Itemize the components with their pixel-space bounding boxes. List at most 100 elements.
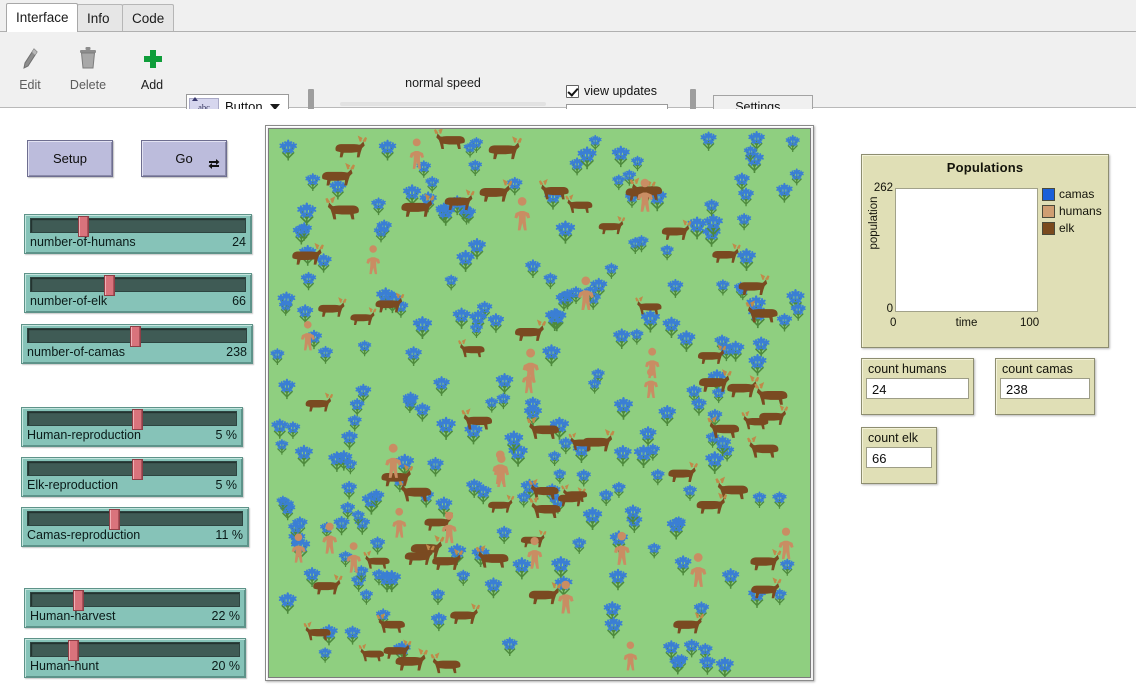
camas-agent: [704, 199, 719, 217]
slider-thumb[interactable]: [78, 216, 89, 237]
elk-agent: [697, 495, 727, 514]
slider-thumb[interactable]: [132, 409, 143, 430]
legend-item-humans[interactable]: humans: [1042, 204, 1108, 218]
human-agent: [578, 277, 594, 310]
camas-agent: [270, 348, 285, 365]
camas-agent: [431, 612, 447, 631]
edit-pencil-icon: [2, 46, 58, 76]
slider-track[interactable]: [30, 277, 246, 292]
camas-agent: [612, 482, 626, 498]
legend-item-elk[interactable]: elk: [1042, 221, 1108, 235]
tab-code[interactable]: Code: [122, 4, 174, 31]
human-agent: [779, 528, 794, 560]
slider-number-of-camas[interactable]: number-of-camas238: [21, 324, 253, 364]
camas-agent: [700, 131, 717, 150]
slider-number-of-humans[interactable]: number-of-humans24: [24, 214, 252, 254]
speed-label: normal speed: [332, 76, 554, 90]
camas-agent: [412, 316, 432, 339]
human-agent: [385, 444, 401, 478]
camas-agent: [278, 379, 296, 399]
slider-track[interactable]: [27, 328, 247, 343]
slider-number-of-elk[interactable]: number-of-elk66: [24, 273, 252, 313]
slider-label: number-of-humans: [30, 235, 136, 249]
slider-human-harvest[interactable]: Human-harvest22 %: [24, 588, 246, 628]
monitor-count-humans[interactable]: count humans 24: [861, 358, 974, 415]
camas-agent: [456, 570, 470, 586]
elk-agent: [662, 221, 691, 239]
camas-agent: [405, 346, 422, 366]
slider-thumb[interactable]: [104, 275, 115, 296]
elk-agent: [377, 615, 404, 633]
camas-agent: [278, 592, 297, 613]
plot-x-axis-label: time: [895, 317, 1038, 329]
camas-agent: [347, 414, 362, 431]
elk-agent: [566, 196, 592, 213]
slider-elk-reproduction[interactable]: Elk-reproduction5 %: [21, 457, 243, 497]
camas-agent: [609, 569, 628, 590]
go-button[interactable]: Go: [141, 140, 227, 177]
camas-agent: [737, 213, 752, 230]
elk-agent: [480, 181, 512, 201]
human-agent: [624, 641, 638, 670]
checkbox-icon: [566, 85, 579, 98]
plus-icon: [124, 46, 180, 76]
camas-agent: [705, 451, 725, 474]
legend-label-humans: humans: [1059, 204, 1102, 218]
camas-agent: [305, 173, 321, 191]
slider-thumb[interactable]: [68, 640, 79, 661]
slider-track[interactable]: [30, 642, 240, 657]
camas-agent: [485, 397, 499, 413]
camas-agent: [360, 589, 374, 605]
slider-track[interactable]: [30, 592, 240, 607]
camas-agent: [502, 637, 518, 656]
slider-track[interactable]: [27, 511, 243, 526]
world-view-frame: [265, 125, 814, 681]
plot-plotting-area: [895, 188, 1038, 312]
slider-human-hunt[interactable]: Human-hunt20 %: [24, 638, 246, 678]
camas-agent: [651, 469, 665, 485]
camas-agent: [555, 220, 575, 243]
camas-agent: [599, 489, 614, 506]
camas-agent: [436, 417, 456, 440]
monitor-value: 24: [866, 378, 969, 399]
slider-track[interactable]: [27, 411, 237, 426]
delete-button[interactable]: Delete: [60, 78, 116, 92]
camas-agent: [614, 397, 634, 420]
elk-agent: [515, 321, 545, 340]
monitor-count-elk[interactable]: count elk 66: [861, 427, 937, 484]
monitor-label: count camas: [1000, 362, 1090, 378]
add-button[interactable]: Add: [124, 78, 180, 92]
camas-agent: [525, 259, 541, 278]
camas-agent: [507, 177, 523, 195]
tab-interface-label: Interface: [16, 10, 69, 25]
slider-label: Elk-reproduction: [27, 478, 118, 492]
populations-plot[interactable]: Populations population 262 0 0 time 100 …: [861, 154, 1109, 348]
camas-agent: [431, 588, 446, 605]
slider-thumb[interactable]: [130, 326, 141, 347]
setup-button[interactable]: Setup: [27, 140, 113, 177]
camas-agent: [427, 457, 444, 477]
edit-button[interactable]: Edit: [2, 78, 58, 92]
view-updates-checkbox[interactable]: view updates: [566, 84, 681, 98]
speed-slider-track[interactable]: [340, 102, 546, 106]
camas-agent: [737, 248, 757, 271]
legend-item-camas[interactable]: camas: [1042, 187, 1108, 201]
monitor-label: count humans: [866, 362, 969, 378]
slider-track[interactable]: [30, 218, 246, 233]
camas-agent: [341, 430, 358, 450]
monitor-count-camas[interactable]: count camas 238: [995, 358, 1095, 415]
tab-interface[interactable]: Interface: [6, 3, 78, 32]
camas-agent: [583, 507, 603, 530]
camas-agent: [752, 492, 766, 508]
world-view[interactable]: [268, 128, 811, 678]
slider-human-reproduction[interactable]: Human-reproduction5 %: [21, 407, 243, 447]
tab-info[interactable]: Info: [77, 4, 123, 31]
slider-thumb[interactable]: [132, 459, 143, 480]
slider-thumb[interactable]: [109, 509, 120, 530]
elk-agent: [364, 552, 389, 568]
slider-camas-reproduction[interactable]: Camas-reproduction11 %: [21, 507, 249, 547]
slider-track[interactable]: [27, 461, 237, 476]
slider-thumb[interactable]: [73, 590, 84, 611]
camas-agent: [340, 501, 355, 519]
elk-agent: [530, 498, 560, 518]
